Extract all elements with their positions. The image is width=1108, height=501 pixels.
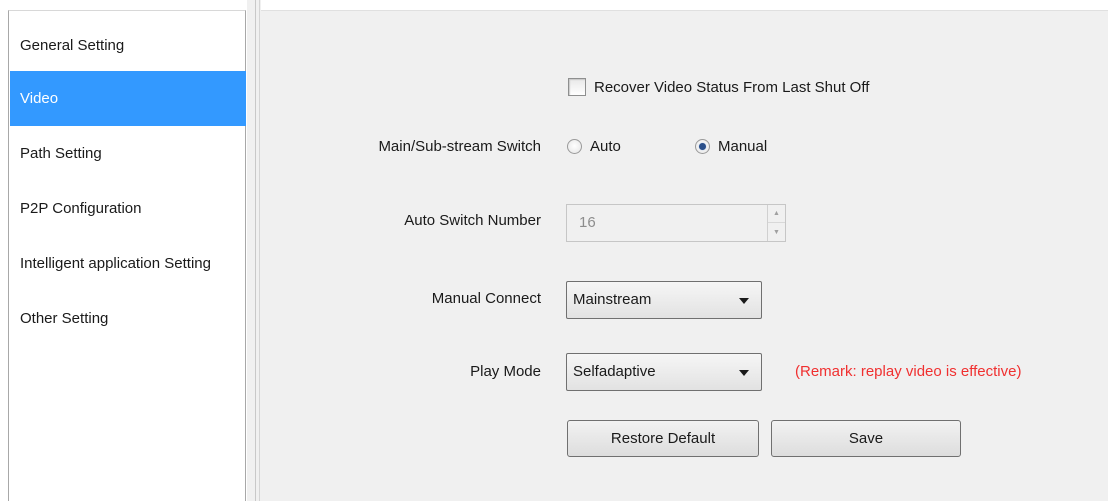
play-mode-remark: (Remark: replay video is effective) <box>795 363 1022 380</box>
play-mode-label: Play Mode <box>470 363 541 380</box>
settings-sidebar: General Setting Video Path Setting P2P C… <box>8 10 246 501</box>
stepper-down-icon: ▼ <box>773 228 780 236</box>
stream-switch-auto-option[interactable]: Auto <box>567 138 621 155</box>
save-label: Save <box>848 430 884 447</box>
sidebar-item-general-setting[interactable]: General Setting <box>10 18 246 73</box>
manual-connect-dropdown[interactable]: Mainstream <box>566 281 762 319</box>
stream-switch-manual-radio[interactable] <box>695 139 710 154</box>
sidebar-item-label: General Setting <box>20 37 125 54</box>
stream-switch-auto-radio[interactable] <box>567 139 582 154</box>
sidebar-item-p2p-configuration[interactable]: P2P Configuration <box>10 181 246 236</box>
stream-switch-manual-label: Manual <box>718 138 768 155</box>
restore-default-button[interactable]: Restore Default <box>567 420 759 457</box>
chevron-down-icon <box>739 370 749 376</box>
sidebar-item-path-setting[interactable]: Path Setting <box>10 126 246 181</box>
panel-splitter[interactable] <box>247 0 261 501</box>
recover-video-status-label: Recover Video Status From Last Shut Off <box>594 78 870 96</box>
restore-default-label: Restore Default <box>610 430 716 447</box>
manual-connect-label: Manual Connect <box>431 290 541 307</box>
play-mode-dropdown[interactable]: Selfadaptive <box>566 353 762 391</box>
play-mode-value: Selfadaptive <box>573 363 656 380</box>
sidebar-item-label: Intelligent application Setting <box>20 255 211 272</box>
stepper-up-icon: ▲ <box>768 205 785 223</box>
video-settings-panel: Recover Video Status From Last Shut Off … <box>261 10 1108 501</box>
auto-switch-number-stepper: 16 ▲ ▼ <box>566 204 786 242</box>
sidebar-item-label: Video <box>20 90 59 107</box>
chevron-down-icon <box>739 298 749 304</box>
sidebar-item-label: Other Setting <box>20 310 109 327</box>
save-button[interactable]: Save <box>771 420 961 457</box>
stream-switch-auto-label: Auto <box>590 138 621 155</box>
stream-switch-manual-option[interactable]: Manual <box>695 138 767 155</box>
sidebar-item-intelligent-application-setting[interactable]: Intelligent application Setting <box>10 236 246 291</box>
recover-video-status-option[interactable]: Recover Video Status From Last Shut Off <box>568 78 869 96</box>
sidebar-item-video[interactable]: Video <box>10 71 246 126</box>
auto-switch-number-label: Auto Switch Number <box>404 212 541 229</box>
stepper-buttons: ▲ ▼ <box>767 205 785 241</box>
stream-switch-label: Main/Sub-stream Switch <box>378 138 541 155</box>
auto-switch-number-value: 16 <box>579 214 596 231</box>
recover-video-status-checkbox[interactable] <box>568 78 586 96</box>
sidebar-item-other-setting[interactable]: Other Setting <box>10 291 246 346</box>
manual-connect-value: Mainstream <box>573 291 652 308</box>
sidebar-item-label: P2P Configuration <box>20 200 142 217</box>
sidebar-item-label: Path Setting <box>20 145 102 162</box>
